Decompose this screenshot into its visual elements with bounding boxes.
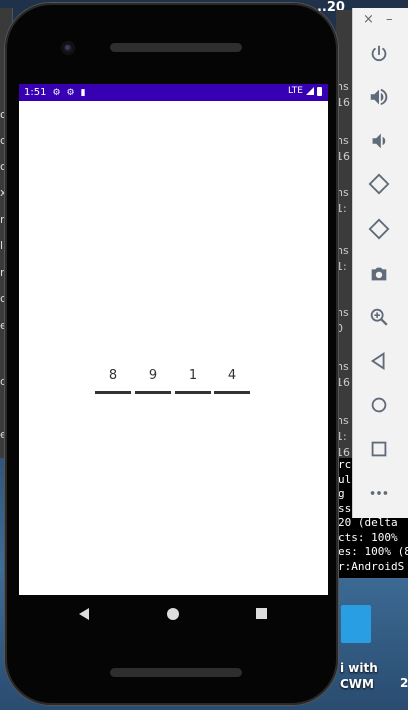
home-icon[interactable] — [363, 389, 395, 421]
volume-up-icon[interactable] — [363, 81, 395, 113]
back-icon[interactable] — [363, 345, 395, 377]
terminal-line: 20 (delta — [338, 516, 398, 529]
pin-digit: 4 — [227, 368, 237, 383]
status-bar: 1:51 ⚙ ⚙ ▮ LTE — [19, 84, 328, 101]
android-navigation-bar — [19, 595, 328, 633]
terminal-line: r:AndroidS — [338, 559, 405, 573]
phone-screen: 1:51 ⚙ ⚙ ▮ LTE 8 9 1 4 — [19, 84, 328, 595]
folder-icon[interactable] — [341, 605, 371, 643]
pin-underline — [214, 391, 250, 394]
pin-underline — [135, 391, 171, 394]
desktop-label-line: i with — [340, 661, 378, 675]
toolbar-window-controls: × – — [353, 12, 408, 28]
status-time: 1:51 — [24, 87, 47, 98]
power-icon[interactable] — [363, 38, 395, 70]
pin-digit-field[interactable]: 4 — [214, 366, 250, 394]
overview-icon[interactable] — [363, 433, 395, 465]
pin-digit-field[interactable]: 8 — [95, 366, 131, 394]
minimize-icon[interactable]: – — [386, 12, 393, 27]
desktop-item-label: 2 — [400, 676, 408, 690]
sd-card-icon: ▮ — [80, 87, 86, 98]
settings-icon: ⚙ — [52, 87, 61, 98]
pin-digit: 1 — [188, 368, 198, 383]
nav-home-icon[interactable] — [167, 608, 179, 620]
pin-digit: 9 — [148, 368, 158, 383]
top-speaker — [110, 43, 242, 52]
pin-digit-field[interactable]: 1 — [175, 366, 211, 394]
close-icon[interactable]: × — [363, 12, 374, 27]
terminal-line: cts: 100% — [338, 530, 398, 544]
volume-down-icon[interactable] — [363, 125, 395, 157]
settings-icon: ⚙ — [66, 87, 75, 98]
more-icon[interactable] — [363, 477, 395, 509]
pin-underline — [175, 391, 211, 394]
bg-text: l — [0, 239, 4, 252]
terminal-line: es: 100% (8 — [338, 545, 408, 558]
pin-underline — [95, 391, 131, 394]
pin-digit-field[interactable]: 9 — [135, 366, 171, 394]
emulator-toolbar: × – — [352, 8, 408, 518]
desktop-item-label[interactable]: i with CWM — [340, 660, 378, 692]
battery-icon — [317, 86, 322, 96]
network-type: LTE — [288, 86, 303, 96]
pin-entry[interactable]: 8 9 1 4 — [95, 366, 255, 396]
front-camera — [61, 41, 75, 55]
pin-digit: 8 — [108, 368, 118, 383]
status-right-group: LTE — [288, 86, 322, 96]
nav-back-icon[interactable] — [79, 608, 89, 620]
camera-icon[interactable] — [363, 258, 395, 290]
rotate-right-icon[interactable] — [363, 213, 395, 245]
desktop-label-line: CWM — [340, 677, 374, 691]
bottom-speaker — [110, 668, 242, 677]
signal-icon — [306, 87, 314, 95]
zoom-icon[interactable] — [363, 301, 395, 333]
rotate-left-icon[interactable] — [363, 168, 395, 200]
nav-recents-icon[interactable] — [256, 608, 267, 619]
